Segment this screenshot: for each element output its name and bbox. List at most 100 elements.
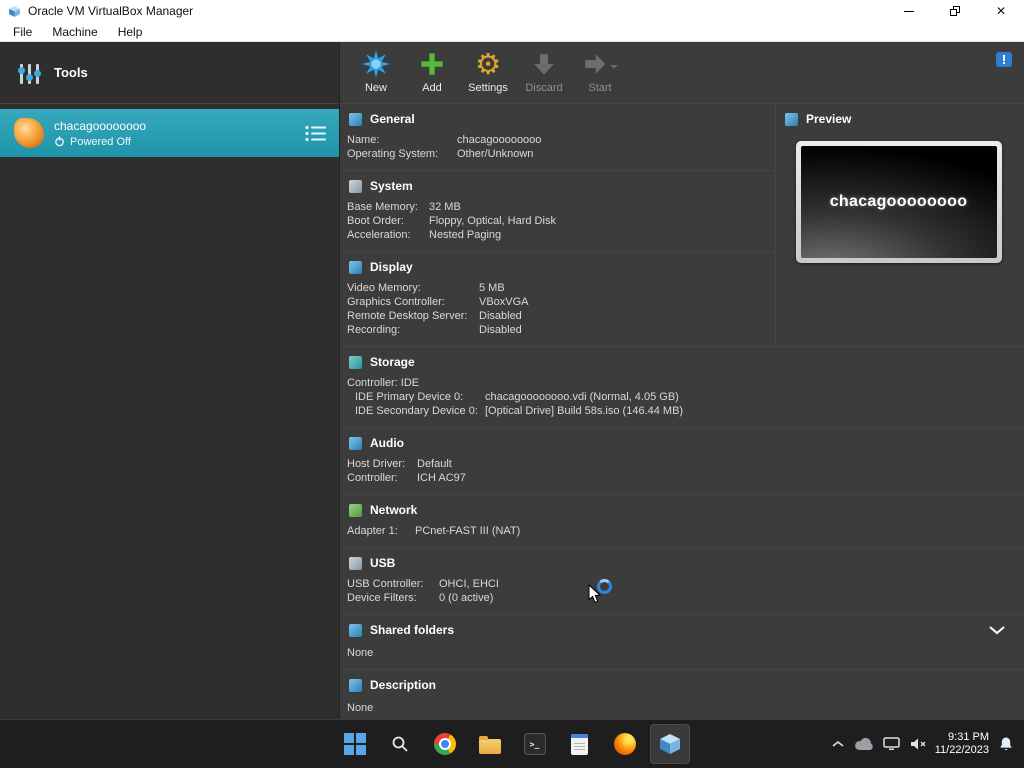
description-icon xyxy=(349,678,362,692)
tools-label: Tools xyxy=(54,65,88,80)
section-preview: Preview chacagoooooooo xyxy=(776,104,1024,272)
detail-row: Video Memory: 5 MB xyxy=(347,282,505,294)
main-pane: New Add ⚙ Settings Discard Start General… xyxy=(340,42,1024,719)
description-header[interactable]: Description xyxy=(347,678,1014,692)
usb-header[interactable]: USB xyxy=(347,556,1014,570)
detail-row: Remote Desktop Server: Disabled xyxy=(347,310,522,322)
discard-button: Discard xyxy=(518,47,570,94)
notification-center-icon[interactable] xyxy=(996,52,1012,67)
vm-menu-icon[interactable] xyxy=(305,125,327,142)
taskbar: >_ 9:31 PM 11/22/2023 xyxy=(0,720,1024,768)
mouse-cursor xyxy=(588,583,602,609)
windows-logo-icon xyxy=(343,733,366,755)
display-header[interactable]: Display xyxy=(347,260,765,274)
vm-name: chacagoooooooo xyxy=(54,118,147,133)
close-button[interactable]: ✕ xyxy=(978,0,1024,22)
search-icon xyxy=(392,736,408,752)
section-general: General Name: chacagoooooooo Operating Sy… xyxy=(340,104,775,171)
preview-monitor: chacagoooooooo xyxy=(795,141,1002,263)
firefox-button[interactable] xyxy=(605,724,645,764)
detail-row: USB Controller: OHCI, EHCI xyxy=(347,578,499,590)
system-tray: 9:31 PM 11/22/2023 xyxy=(831,720,1020,768)
vm-status: Powered Off xyxy=(54,136,295,148)
restore-button[interactable] xyxy=(932,0,978,22)
detail-row: Name: chacagoooooooo xyxy=(347,134,542,146)
network-header[interactable]: Network xyxy=(347,503,1014,517)
onedrive-cloud-icon[interactable] xyxy=(854,737,874,751)
new-icon xyxy=(361,47,391,81)
network-icon xyxy=(349,503,362,517)
menu-help[interactable]: Help xyxy=(109,24,152,40)
detail-row: Boot Order: Floppy, Optical, Hard Disk xyxy=(347,215,556,227)
display-cast-icon[interactable] xyxy=(883,737,900,751)
detail-row: None xyxy=(347,702,374,714)
section-storage: Storage Controller: IDE IDE Primary Devi… xyxy=(340,347,1024,428)
new-button[interactable]: New xyxy=(350,47,402,94)
firefox-icon xyxy=(613,733,636,755)
sidebar: Tools chacagoooooooo Powered Off xyxy=(0,42,340,719)
start-icon xyxy=(582,47,618,81)
audio-header[interactable]: Audio xyxy=(347,436,1014,450)
storage-header[interactable]: Storage xyxy=(347,355,1014,369)
shared-folders-collapse-icon[interactable] xyxy=(988,625,1006,635)
tools-header[interactable]: Tools xyxy=(0,42,339,104)
start-dropdown-caret-icon xyxy=(610,65,618,73)
detail-row: Device Filters: 0 (0 active) xyxy=(347,592,494,604)
taskbar-clock[interactable]: 9:31 PM 11/22/2023 xyxy=(935,731,989,757)
notifications-bell-icon[interactable] xyxy=(998,736,1014,752)
detail-row: Graphics Controller: VBoxVGA xyxy=(347,296,529,308)
vm-status-text: Powered Off xyxy=(70,135,131,148)
folder-icon xyxy=(478,735,501,754)
menu-file[interactable]: File xyxy=(4,24,41,40)
chrome-button[interactable] xyxy=(425,724,465,764)
menubar: File Machine Help xyxy=(0,22,1024,42)
general-header[interactable]: General xyxy=(347,112,765,126)
virtualbox-button[interactable] xyxy=(649,724,690,764)
detail-row: Recording: Disabled xyxy=(347,324,522,336)
minimize-button[interactable] xyxy=(886,0,932,22)
add-button[interactable]: Add xyxy=(406,47,458,94)
detail-row: Operating System: Other/Unknown xyxy=(347,148,534,160)
power-off-icon xyxy=(55,136,64,147)
display-icon xyxy=(349,260,362,274)
detail-row: Base Memory: 32 MB xyxy=(347,201,461,213)
minimize-icon xyxy=(904,10,914,12)
section-shared-folders: Shared folders None xyxy=(340,615,1024,670)
start-label: Start xyxy=(588,82,612,94)
restore-icon xyxy=(950,6,960,16)
file-explorer-button[interactable] xyxy=(470,724,510,764)
notepad-icon xyxy=(571,733,588,755)
preview-header: Preview xyxy=(783,112,1014,126)
settings-gear-icon: ⚙ xyxy=(475,47,501,81)
shared-folders-header[interactable]: Shared folders xyxy=(347,623,1014,637)
section-display: Display Video Memory: 5 MB Graphics Contr… xyxy=(340,252,775,346)
detail-row: Controller: IDE xyxy=(347,377,420,389)
preview-icon xyxy=(785,112,798,126)
start-menu-button[interactable] xyxy=(335,724,375,764)
system-icon xyxy=(349,179,362,193)
vm-list-item[interactable]: chacagoooooooo Powered Off xyxy=(0,109,339,157)
terminal-button[interactable]: >_ xyxy=(515,724,555,764)
detail-row: Controller: ICH AC97 xyxy=(347,472,466,484)
search-button[interactable] xyxy=(380,724,420,764)
section-usb: USB USB Controller: OHCI, EHCI Device Fil… xyxy=(340,548,1024,615)
toolbar: New Add ⚙ Settings Discard Start xyxy=(340,42,1024,104)
discard-label: Discard xyxy=(525,82,563,94)
details-bottom: Storage Controller: IDE IDE Primary Devi… xyxy=(340,347,1024,719)
settings-label: Settings xyxy=(468,82,508,94)
system-header[interactable]: System xyxy=(347,179,765,193)
preview-screen: chacagoooooooo xyxy=(800,146,997,258)
detail-row: IDE Secondary Device 0: [Optical Drive] B… xyxy=(355,405,684,417)
new-label: New xyxy=(364,82,387,94)
volume-muted-icon[interactable] xyxy=(909,737,926,751)
settings-button[interactable]: ⚙ Settings xyxy=(462,47,514,94)
section-description: Description None xyxy=(340,670,1024,719)
details-top-row: General Name: chacagoooooooo Operating Sy… xyxy=(340,104,1024,347)
notepad-button[interactable] xyxy=(560,724,600,764)
virtualbox-app-icon xyxy=(8,5,21,18)
add-label: Add xyxy=(422,82,442,94)
tray-chevron-up-icon[interactable] xyxy=(831,739,845,749)
preview-screen-text: chacagoooooooo xyxy=(829,193,968,210)
menu-machine[interactable]: Machine xyxy=(43,24,106,40)
vm-os-icon xyxy=(14,118,44,148)
